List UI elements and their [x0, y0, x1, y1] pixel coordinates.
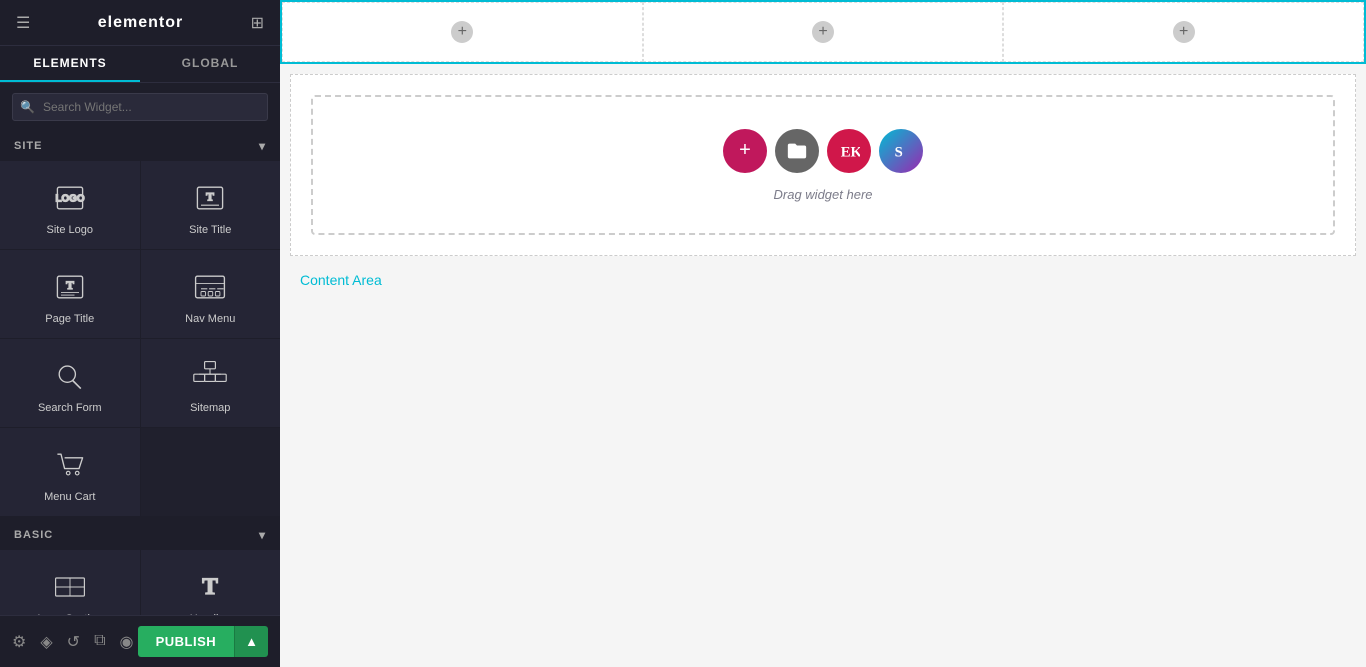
widget-sitemap[interactable]: Sitemap — [141, 339, 281, 427]
nav-menu-label: Nav Menu — [185, 313, 235, 325]
page-title-icon: T — [50, 267, 90, 307]
search-form-icon — [50, 356, 90, 396]
widget-search-form[interactable]: Search Form — [0, 339, 140, 427]
row-toolbar: + ⠿ ✕ — [790, 0, 856, 2]
inner-section-icon — [50, 567, 90, 607]
publish-button[interactable]: PUBLISH — [138, 626, 235, 657]
basic-section-label: BASIC — [14, 529, 53, 541]
svg-text:T: T — [206, 191, 214, 204]
widget-menu-cart[interactable]: Menu Cart — [0, 428, 140, 516]
fab-ek-button[interactable]: EK — [827, 129, 871, 173]
widget-page-title[interactable]: T Page Title — [0, 250, 140, 338]
site-widget-grid: LOGO Site Logo T Site Title — [0, 161, 280, 520]
site-section-header[interactable]: SITE ▾ — [0, 131, 280, 161]
svg-text:T: T — [202, 574, 218, 600]
search-input[interactable] — [12, 93, 268, 121]
canvas-col-2: + — [643, 2, 1004, 62]
active-canvas-row: + ⠿ ✕ + + + — [280, 0, 1366, 64]
fab-folder-button[interactable] — [775, 129, 819, 173]
sidebar-tabs: ELEMENTS GLOBAL — [0, 46, 280, 83]
drag-widget-text: Drag widget here — [774, 187, 873, 202]
hamburger-icon[interactable]: ☰ — [16, 13, 30, 33]
app-title: elementor — [98, 14, 183, 32]
canvas-row-top: + + + — [280, 0, 1366, 64]
basic-section-arrow: ▾ — [259, 528, 266, 542]
nav-menu-icon — [190, 267, 230, 307]
site-section-arrow: ▾ — [259, 139, 266, 153]
col-add-button-1[interactable]: + — [451, 21, 473, 43]
widget-drop-area[interactable]: + EK S Drag widget here — [311, 95, 1335, 235]
site-title-icon: T — [190, 178, 230, 218]
site-logo-label: Site Logo — [47, 224, 93, 236]
widget-site-logo[interactable]: LOGO Site Logo — [0, 161, 140, 249]
publish-arrow-button[interactable]: ▲ — [234, 626, 268, 657]
widget-nav-menu[interactable]: Nav Menu — [141, 250, 281, 338]
preview-icon[interactable]: ◉ — [120, 632, 134, 652]
widget-site-title[interactable]: T Site Title — [141, 161, 281, 249]
col-add-button-3[interactable]: + — [1173, 21, 1195, 43]
grid-icon[interactable]: ⊞ — [251, 13, 264, 33]
widget-search-area: 🔍 — [0, 83, 280, 131]
col-add-button-2[interactable]: + — [812, 21, 834, 43]
search-icon: 🔍 — [20, 100, 35, 114]
svg-text:T: T — [66, 279, 74, 292]
search-form-label: Search Form — [38, 402, 102, 414]
tab-global[interactable]: GLOBAL — [140, 46, 280, 82]
heading-icon: T — [190, 567, 230, 607]
sidebar-footer: ⚙ ◈ ↺ ⧉ ◉ PUBLISH ▲ — [0, 615, 280, 667]
content-area-label: Content Area — [280, 256, 1366, 298]
site-title-label: Site Title — [189, 224, 231, 236]
placeholder-icon — [190, 451, 230, 491]
basic-widget-grid: Inner Section T Heading — [0, 550, 280, 615]
history-icon[interactable]: ↺ — [67, 632, 80, 652]
fab-s-button[interactable]: S — [879, 129, 923, 173]
svg-text:LOGO: LOGO — [55, 194, 84, 205]
responsive-icon[interactable]: ⧉ — [94, 632, 105, 652]
canvas-col-1: + — [282, 2, 643, 62]
fab-add-button[interactable]: + — [723, 129, 767, 173]
menu-cart-icon — [50, 445, 90, 485]
page-title-label: Page Title — [45, 313, 94, 325]
site-logo-icon: LOGO — [50, 178, 90, 218]
menu-cart-label: Menu Cart — [44, 491, 95, 503]
main-canvas: + ⠿ ✕ + + + + EK — [280, 0, 1366, 667]
publish-btn-wrap: PUBLISH ▲ — [138, 626, 268, 657]
settings-icon[interactable]: ⚙ — [12, 632, 26, 652]
canvas-drop-section: + EK S Drag widget here — [290, 74, 1356, 256]
widget-placeholder — [141, 428, 281, 516]
svg-text:EK: EK — [841, 144, 860, 160]
drop-area-icons: + EK S — [723, 129, 923, 173]
canvas-col-3: + — [1003, 2, 1364, 62]
basic-section-header[interactable]: BASIC ▾ — [0, 520, 280, 550]
tab-elements[interactable]: ELEMENTS — [0, 46, 140, 82]
widget-inner-section[interactable]: Inner Section — [0, 550, 140, 615]
widget-heading[interactable]: T Heading — [141, 550, 281, 615]
sitemap-label: Sitemap — [190, 402, 230, 414]
structure-icon[interactable]: ◈ — [40, 632, 52, 652]
site-section-label: SITE — [14, 140, 42, 152]
footer-icon-group: ⚙ ◈ ↺ ⧉ ◉ — [12, 632, 133, 652]
sitemap-icon — [190, 356, 230, 396]
sidebar: ☰ elementor ⊞ ELEMENTS GLOBAL 🔍 SITE ▾ — [0, 0, 280, 667]
sidebar-header: ☰ elementor ⊞ — [0, 0, 280, 46]
svg-text:S: S — [895, 144, 903, 160]
sidebar-scroll: SITE ▾ LOGO Site Logo T — [0, 131, 280, 615]
